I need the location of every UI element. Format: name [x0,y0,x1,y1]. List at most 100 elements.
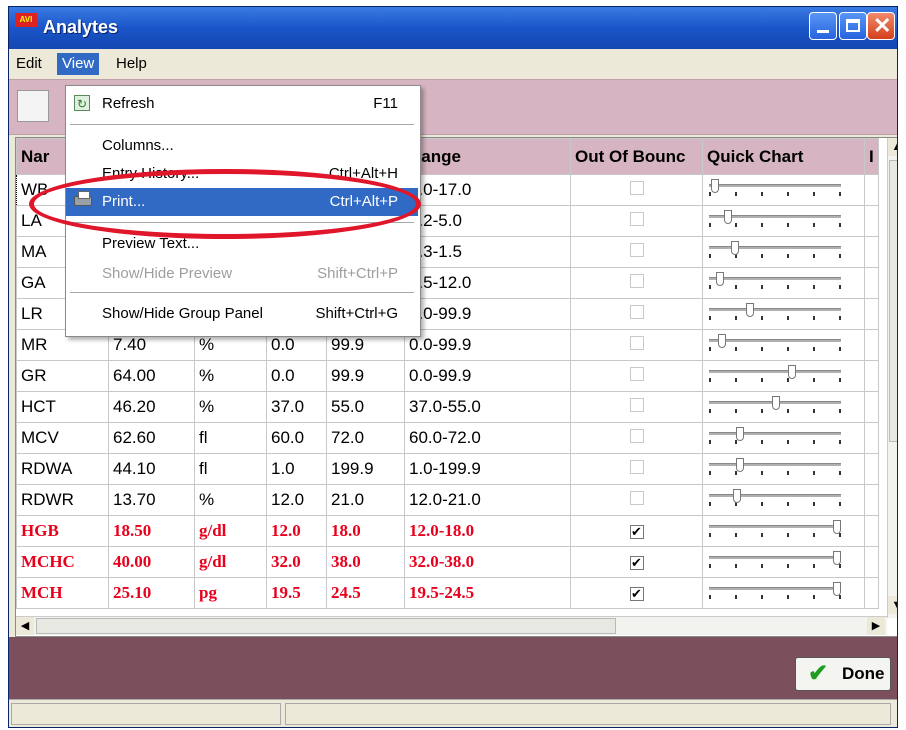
menu-edit[interactable]: Edit [11,53,47,75]
cell-value[interactable]: 13.70 [108,484,195,516]
cell-low[interactable]: 12.0 [266,484,327,516]
menu-view[interactable]: View [57,53,100,75]
cell-value[interactable]: 18.50 [108,515,195,547]
cell-high[interactable]: 38.0 [326,546,405,578]
menu-item-show-hide-group-panel[interactable]: Show/Hide Group Panel Shift+Ctrl+G [66,300,418,328]
table-row[interactable]: RDWA 44.10 fl 1.0 199.9 1.0-199.9 [16,453,879,485]
out-of-bounds-checkbox[interactable] [629,305,644,319]
column-header[interactable]: Quick Chart [702,138,865,175]
scroll-down-icon[interactable]: ▼ [888,596,897,614]
maximize-button[interactable] [839,12,867,40]
cell-name[interactable]: RDWR [16,484,109,516]
minimize-button[interactable] [809,12,837,40]
menu-item-preview-text[interactable]: Preview Text... [66,230,418,258]
cell-range[interactable]: 0.3-1.5 [404,236,571,268]
cell-name[interactable]: GR [16,360,109,392]
cell-unit[interactable]: g/dl [194,515,267,547]
cell-unit[interactable]: % [194,360,267,392]
cell-unit[interactable]: pg [194,577,267,609]
table-row[interactable]: HCT 46.20% 37.0 55.0 37.0-55.0 [16,391,879,423]
out-of-bounds-checkbox[interactable]: ✔ [629,587,644,601]
scroll-left-icon[interactable]: ◀ [16,617,34,635]
menu-item-refresh[interactable]: ↻ Refresh F11 [66,90,418,118]
close-button[interactable]: ✕ [867,12,895,40]
column-header[interactable]: Out Of Bounc [570,138,703,175]
toolbar-button[interactable] [17,90,49,122]
cell-unit[interactable]: fl [194,453,267,485]
cell-name[interactable]: HGB [16,515,109,547]
column-header[interactable]: Range [404,138,571,175]
cell-range[interactable]: 0.0-99.9 [404,298,571,330]
table-row[interactable]: MCHC 40.00 g/dl 32.0 38.0 32.0-38.0 ✔ [16,546,879,578]
cell-low[interactable]: 37.0 [266,391,327,423]
cell-range[interactable]: 1.0-199.9 [404,453,571,485]
cell-high[interactable]: 199.9 [326,453,405,485]
out-of-bounds-checkbox[interactable] [629,429,644,443]
out-of-bounds-checkbox[interactable] [629,274,644,288]
cell-low[interactable]: 1.0 [266,453,327,485]
cell-range[interactable]: 0.0-99.9 [404,360,571,392]
done-button[interactable]: ✔ Done [795,657,891,691]
cell-name[interactable]: MCV [16,422,109,454]
cell-range[interactable]: 0.0-99.9 [404,329,571,361]
cell-range[interactable]: 6.0-17.0 [404,174,571,206]
cell-name[interactable]: MCH [16,577,109,609]
out-of-bounds-checkbox[interactable]: ✔ [629,556,644,570]
out-of-bounds-checkbox[interactable] [629,398,644,412]
cell-range[interactable]: 32.0-38.0 [404,546,571,578]
cell-name[interactable]: MCHC [16,546,109,578]
out-of-bounds-checkbox[interactable]: ✔ [629,525,644,539]
out-of-bounds-checkbox[interactable] [629,367,644,381]
table-row[interactable]: MCH 25.10 pg 19.5 24.5 19.5-24.5 ✔ [16,577,879,609]
cell-range[interactable]: 19.5-24.5 [404,577,571,609]
cell-high[interactable]: 24.5 [326,577,405,609]
cell-high[interactable]: 21.0 [326,484,405,516]
menu-item-show-hide-preview[interactable]: Show/Hide Preview Shift+Ctrl+P [66,260,418,288]
cell-low[interactable]: 0.0 [266,360,327,392]
cell-value[interactable]: 44.10 [108,453,195,485]
horizontal-scroll-thumb[interactable] [36,618,616,634]
cell-high[interactable]: 72.0 [326,422,405,454]
out-of-bounds-checkbox[interactable] [629,181,644,195]
table-row[interactable]: MCV 62.60 fl 60.0 72.0 60.0-72.0 [16,422,879,454]
scroll-up-icon[interactable]: ▲ [888,138,897,156]
column-header[interactable]: I [864,138,879,175]
menu-item-print[interactable]: Print... Ctrl+Alt+P [66,188,418,216]
cell-low[interactable]: 19.5 [266,577,327,609]
cell-unit[interactable]: g/dl [194,546,267,578]
horizontal-scrollbar[interactable]: ◀ ▶ [16,616,887,635]
cell-unit[interactable]: % [194,484,267,516]
cell-name[interactable]: HCT [16,391,109,423]
out-of-bounds-checkbox[interactable] [629,491,644,505]
table-row[interactable]: RDWR 13.70% 12.0 21.0 12.0-21.0 [16,484,879,516]
cell-high[interactable]: 55.0 [326,391,405,423]
cell-low[interactable]: 60.0 [266,422,327,454]
cell-value[interactable]: 62.60 [108,422,195,454]
vertical-scroll-thumb[interactable] [889,160,897,442]
menu-item-columns[interactable]: Columns... [66,132,418,160]
cell-unit[interactable]: fl [194,422,267,454]
cell-range[interactable]: 1.2-5.0 [404,205,571,237]
cell-range[interactable]: 3.5-12.0 [404,267,571,299]
cell-range[interactable]: 37.0-55.0 [404,391,571,423]
out-of-bounds-checkbox[interactable] [629,336,644,350]
table-row[interactable]: HGB 18.50 g/dl 12.0 18.0 12.0-18.0 ✔ [16,515,879,547]
out-of-bounds-checkbox[interactable] [629,460,644,474]
cell-high[interactable]: 99.9 [326,360,405,392]
cell-range[interactable]: 12.0-18.0 [404,515,571,547]
cell-value[interactable]: 25.10 [108,577,195,609]
cell-value[interactable]: 40.00 [108,546,195,578]
scroll-right-icon[interactable]: ▶ [867,617,885,635]
cell-value[interactable]: 46.20 [108,391,195,423]
cell-low[interactable]: 32.0 [266,546,327,578]
cell-name[interactable]: RDWA [16,453,109,485]
cell-low[interactable]: 12.0 [266,515,327,547]
cell-unit[interactable]: % [194,391,267,423]
out-of-bounds-checkbox[interactable] [629,212,644,226]
table-row[interactable]: GR 64.00% 0.0 99.9 0.0-99.9 [16,360,879,392]
menu-item-entry-history[interactable]: Entry History... Ctrl+Alt+H [66,160,418,188]
out-of-bounds-checkbox[interactable] [629,243,644,257]
vertical-scrollbar[interactable]: ▲ ▼ [887,138,897,618]
menu-help[interactable]: Help [111,53,152,75]
cell-value[interactable]: 64.00 [108,360,195,392]
